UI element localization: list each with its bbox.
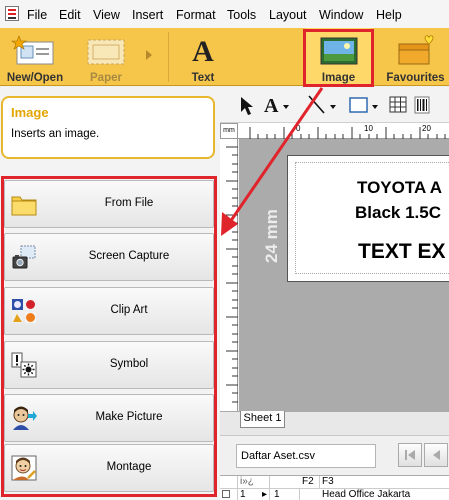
database-file-name: Daftar Aset.csv — [236, 444, 376, 468]
grid-cell-1[interactable]: 1 — [272, 489, 300, 500]
grid-corner — [220, 476, 238, 488]
paper-icon — [87, 39, 125, 65]
app-icon[interactable] — [5, 6, 19, 21]
ruler-tick-10: 10 — [364, 124, 373, 133]
ribbon-expand-arrow[interactable] — [146, 50, 152, 60]
menu-view[interactable]: View — [93, 8, 120, 22]
camera-icon — [12, 245, 36, 269]
make-picture-label: Make Picture — [95, 411, 163, 423]
menu-tools[interactable]: Tools — [227, 8, 256, 22]
horizontal-ruler-ticks — [249, 127, 446, 139]
drawing-toolbar: A — [220, 87, 449, 123]
ruler-tick-20: 20 — [422, 124, 431, 133]
make-picture-button[interactable]: Make Picture — [4, 394, 214, 442]
info-title: Image — [11, 105, 49, 120]
grid-column-1[interactable]: i»¿ — [238, 476, 270, 488]
vertical-ruler — [220, 139, 238, 411]
ribbon-divider — [168, 32, 169, 82]
from-file-label: From File — [104, 197, 154, 209]
menu-format[interactable]: Format — [176, 8, 216, 22]
table-tool-icon[interactable] — [388, 94, 410, 116]
ribbon-toolbar: New/Open Paper A Text Image Favourites — [0, 28, 449, 86]
menu-edit[interactable]: Edit — [59, 8, 81, 22]
previous-record-button[interactable] — [424, 443, 448, 467]
rectangle-tool-icon[interactable] — [348, 94, 384, 116]
first-record-button[interactable] — [398, 443, 422, 467]
make-picture-icon — [13, 406, 37, 430]
clipart-icon — [12, 299, 36, 323]
label-text-line2[interactable]: Black 1.5C — [355, 203, 441, 223]
sheet-tab-1[interactable]: Sheet 1 — [240, 411, 285, 428]
new-open-icon — [11, 35, 54, 65]
grid-cell-3[interactable]: Head Office Jakarta — [320, 489, 449, 500]
svg-text:A: A — [264, 95, 279, 116]
grid-column-3[interactable]: F3 — [320, 476, 449, 488]
favourites-label: Favourites — [386, 72, 445, 84]
menu-help[interactable]: Help — [376, 8, 402, 22]
database-grid-row[interactable]: 1 ▸ 1 Head Office Jakarta — [220, 489, 449, 500]
vertical-ruler-ticks — [226, 146, 238, 403]
montage-button[interactable]: Montage — [4, 444, 214, 492]
clip-art-label: Clip Art — [110, 304, 148, 316]
horizontal-ruler: 0 10 20 — [238, 123, 449, 139]
label-height-indicator: 24 mm — [262, 209, 281, 263]
menu-bar: File Edit View Insert Format Tools Layou… — [0, 0, 449, 28]
screen-capture-label: Screen Capture — [88, 250, 170, 262]
menu-window[interactable]: Window — [319, 8, 363, 22]
barcode-tool-icon[interactable] — [413, 94, 435, 116]
symbol-icon — [11, 352, 37, 378]
database-grid-header: i»¿ F2 F3 — [220, 475, 449, 489]
line-tool-icon[interactable] — [306, 94, 340, 116]
clip-art-button[interactable]: Clip Art — [4, 287, 214, 335]
menu-file[interactable]: File — [27, 8, 47, 22]
grid-row-pointer: ▸ — [262, 489, 268, 500]
grid-row-checkbox[interactable] — [220, 489, 238, 500]
symbol-button[interactable]: Symbol — [4, 341, 214, 389]
text-label: Text — [191, 72, 215, 84]
text-button[interactable]: A Text — [172, 28, 234, 86]
montage-label: Montage — [106, 461, 152, 473]
favourites-button[interactable]: Favourites — [382, 28, 449, 86]
grid-column-2[interactable]: F2 — [300, 476, 320, 488]
ruler-tick-0: 0 — [296, 124, 301, 133]
text-icon: A — [192, 35, 214, 68]
svg-text:A: A — [192, 35, 214, 68]
symbol-label: Symbol — [109, 358, 149, 370]
select-arrow-icon[interactable] — [238, 96, 256, 116]
menu-insert[interactable]: Insert — [132, 8, 163, 22]
previous-record-icon — [433, 450, 440, 460]
label-text-line3[interactable]: TEXT EX — [358, 240, 446, 264]
info-description: Inserts an image. — [11, 128, 100, 140]
text-tool-icon[interactable]: A — [262, 94, 292, 116]
folder-icon — [11, 196, 37, 216]
first-record-icon — [405, 450, 415, 460]
new-open-label: New/Open — [6, 72, 64, 84]
paper-button[interactable]: Paper — [72, 28, 140, 86]
menu-layout[interactable]: Layout — [269, 8, 307, 22]
ruler-unit: mm — [220, 123, 238, 139]
image-highlight-frame — [303, 29, 374, 87]
label-text-line1[interactable]: TOYOTA A — [357, 178, 442, 198]
favourites-icon — [398, 35, 433, 65]
from-file-button[interactable]: From File — [4, 180, 214, 228]
screen-capture-button[interactable]: Screen Capture — [4, 233, 214, 281]
montage-icon — [11, 455, 37, 481]
info-box: Image Inserts an image. — [1, 96, 215, 159]
new-open-button[interactable]: New/Open — [0, 28, 70, 86]
paper-label: Paper — [90, 72, 122, 84]
